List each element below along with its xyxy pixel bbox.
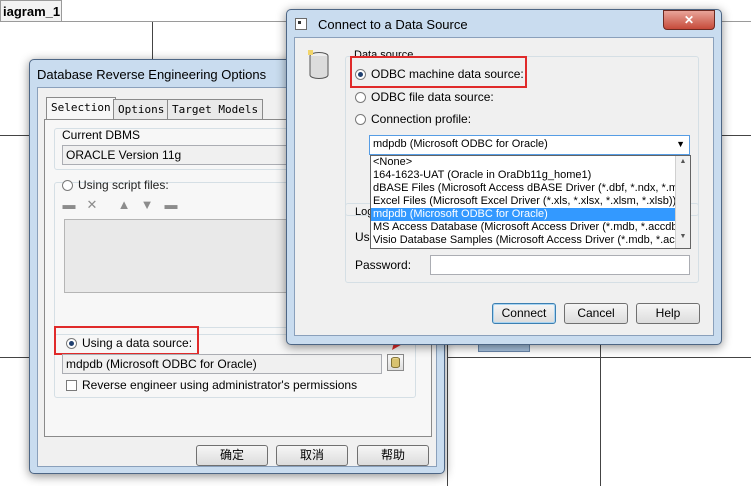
add-script-icon[interactable]: ▬ bbox=[62, 198, 76, 212]
odbc-machine-highlight bbox=[350, 56, 527, 88]
data-source-dropdown-list[interactable]: <None> 164-1623-UAT (Oracle in OraDb11g_… bbox=[370, 155, 691, 249]
ok-button[interactable]: 确定 bbox=[196, 445, 268, 466]
dropdown-option-selected[interactable]: mdpdb (Microsoft ODBC for Oracle) bbox=[371, 208, 690, 221]
diagram-tab-label: iagram_1 bbox=[3, 4, 61, 19]
scroll-down-icon[interactable]: ▼ bbox=[676, 233, 690, 240]
chevron-down-icon[interactable]: ▼ bbox=[676, 139, 685, 149]
scroll-up-icon[interactable]: ▲ bbox=[676, 158, 690, 165]
help-button[interactable]: Help bbox=[636, 303, 700, 324]
current-dbms-label: Current DBMS bbox=[62, 128, 141, 142]
reverse-dialog-title: Database Reverse Engineering Options bbox=[37, 67, 267, 82]
tab-options[interactable]: Options bbox=[113, 99, 170, 119]
tab-target-models-label: Target Models bbox=[172, 103, 259, 116]
admin-permissions-checkbox[interactable] bbox=[66, 380, 77, 391]
connect-dialog-body: Data source ODBC machine data source: OD… bbox=[294, 37, 714, 336]
diagram-grid-line bbox=[600, 340, 601, 486]
tab-options-label: Options bbox=[118, 103, 165, 116]
password-field[interactable] bbox=[430, 255, 690, 275]
odbc-file-label: ODBC file data source: bbox=[371, 90, 494, 104]
dropdown-option[interactable]: MS Access Database (Microsoft Access Dri… bbox=[371, 221, 690, 234]
tab-target-models[interactable]: Target Models bbox=[167, 99, 264, 119]
database-icon bbox=[308, 50, 329, 79]
connection-profile-label: Connection profile: bbox=[371, 112, 472, 126]
diagram-grid-line bbox=[720, 135, 751, 136]
cancel-button[interactable]: Cancel bbox=[564, 303, 628, 324]
dropdown-option[interactable]: <None> bbox=[371, 156, 690, 169]
dropdown-option[interactable]: 164-1623-UAT (Oracle in OraDb11g_home1) bbox=[371, 169, 690, 182]
diagram-tab[interactable]: iagram_1 bbox=[0, 0, 62, 21]
connect-button[interactable]: Connect bbox=[492, 303, 556, 324]
diagram-grid-line bbox=[447, 340, 448, 486]
data-source-combobox-value: mdpdb (Microsoft ODBC for Oracle) bbox=[373, 138, 548, 150]
tab-selection-label: Selection bbox=[51, 101, 111, 114]
script-files-label: Using script files: bbox=[78, 178, 169, 192]
diagram-grid-line bbox=[0, 357, 30, 358]
properties-icon[interactable]: ▬ bbox=[164, 198, 178, 212]
dropdown-option[interactable]: Visio Database Samples (Microsoft Access… bbox=[371, 234, 690, 247]
admin-permissions-label: Reverse engineer using administrator's p… bbox=[82, 378, 358, 392]
password-label: Password: bbox=[355, 258, 412, 272]
connection-profile-radio[interactable] bbox=[355, 114, 366, 125]
dropdown-option[interactable]: dBASE Files (Microsoft Access dBASE Driv… bbox=[371, 182, 690, 195]
data-source-field: mdpdb (Microsoft ODBC for Oracle) bbox=[62, 354, 382, 374]
diagram-grid-line bbox=[0, 135, 30, 136]
connect-dialog-title: Connect to a Data Source bbox=[318, 17, 468, 32]
diagram-grid-line bbox=[152, 22, 153, 64]
dropdown-option[interactable]: Excel Files (Microsoft Excel Driver (*.x… bbox=[371, 195, 690, 208]
script-files-radio[interactable] bbox=[62, 180, 73, 191]
help-button[interactable]: 帮助 bbox=[357, 445, 429, 466]
move-down-icon[interactable]: ▼ bbox=[140, 198, 154, 212]
database-icon bbox=[391, 357, 400, 368]
diagram-grid-line bbox=[447, 357, 751, 358]
delete-icon[interactable]: ✕ bbox=[85, 198, 99, 212]
connect-data-source-dialog: Connect to a Data Source ✕ Data source O… bbox=[286, 9, 722, 345]
select-data-source-button[interactable] bbox=[387, 354, 404, 371]
close-button[interactable]: ✕ bbox=[663, 10, 715, 30]
dropdown-scrollbar[interactable]: ▲ ▼ bbox=[675, 156, 690, 248]
window-icon bbox=[295, 18, 307, 30]
odbc-file-radio[interactable] bbox=[355, 92, 366, 103]
data-source-highlight bbox=[54, 326, 199, 355]
cancel-button[interactable]: 取消 bbox=[276, 445, 348, 466]
move-up-icon[interactable]: ▲ bbox=[117, 198, 131, 212]
tab-selection[interactable]: Selection bbox=[46, 97, 116, 119]
data-source-combobox[interactable]: mdpdb (Microsoft ODBC for Oracle) ▼ bbox=[369, 135, 690, 155]
